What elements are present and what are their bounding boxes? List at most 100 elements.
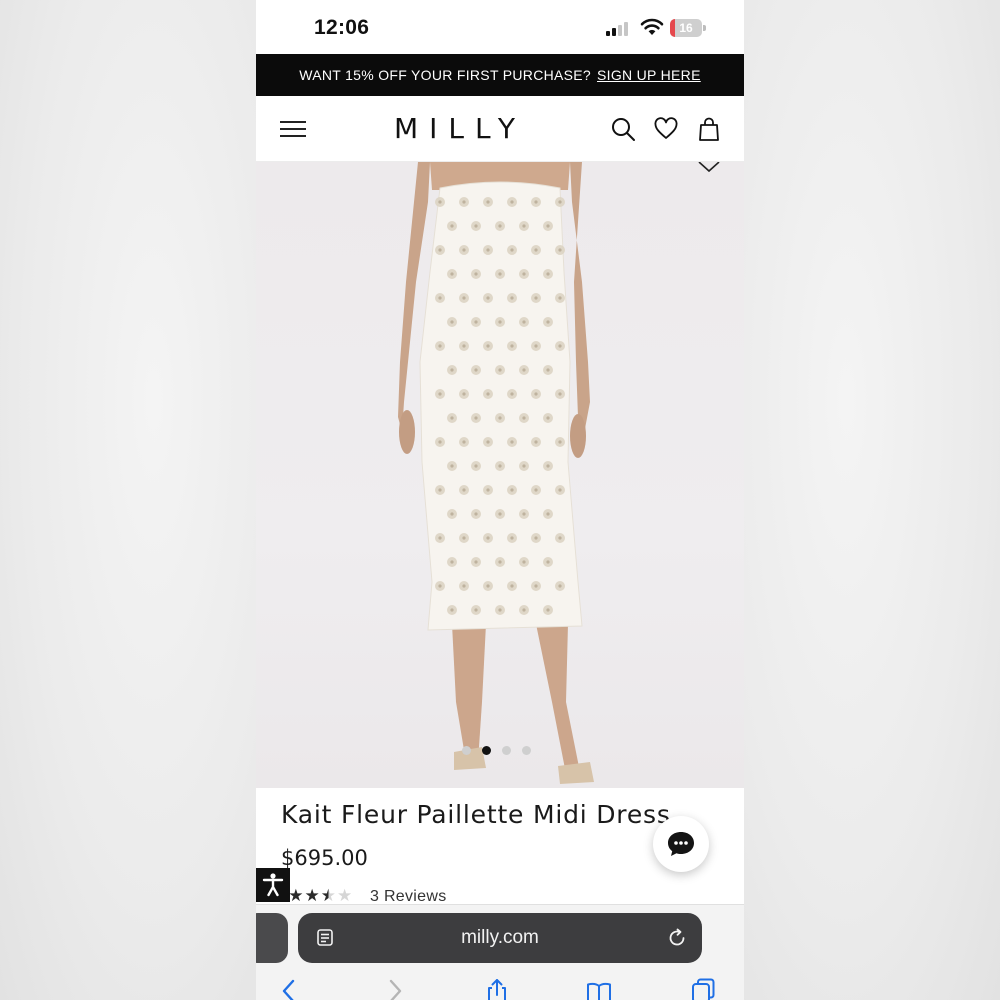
sequin-center	[474, 416, 478, 420]
sequin-center	[450, 416, 454, 420]
sequin-center	[486, 440, 490, 444]
status-bar: 12:06 16	[256, 0, 744, 54]
browser-toolbar: milly.com	[256, 904, 744, 1000]
sequin-center	[450, 608, 454, 612]
sequin-center	[462, 584, 466, 588]
sequin-center	[450, 560, 454, 564]
accessibility-icon	[262, 873, 284, 897]
sequin-center	[546, 512, 550, 516]
sequin-center	[498, 560, 502, 564]
sequin-center	[558, 344, 562, 348]
sign-up-link[interactable]: SIGN UP HERE	[597, 67, 701, 83]
url-text: milly.com	[461, 927, 539, 948]
sequin-center	[534, 584, 538, 588]
sequin-center	[510, 440, 514, 444]
sequin-center	[450, 224, 454, 228]
sequin-center	[498, 368, 502, 372]
star-icon: ★	[304, 886, 320, 905]
sequin-center	[510, 248, 514, 252]
sequin-center	[498, 416, 502, 420]
sequin-center	[498, 224, 502, 228]
phone-screen: 12:06 16 WANT 15% OFF YOUR FIRST PURCHAS…	[256, 0, 744, 1000]
star-icon: ★	[320, 886, 336, 905]
sequin-center	[486, 200, 490, 204]
address-bar[interactable]: milly.com	[298, 913, 702, 963]
sequin-center	[462, 248, 466, 252]
sequin-center	[438, 536, 442, 540]
sequin-center	[474, 272, 478, 276]
sequin-center	[474, 560, 478, 564]
sequin-center	[462, 536, 466, 540]
sequin-center	[438, 248, 442, 252]
carousel-dot[interactable]	[522, 746, 531, 755]
cellular-signal-icon	[606, 22, 632, 36]
sequin-center	[462, 392, 466, 396]
accessibility-button[interactable]	[256, 868, 290, 902]
star-icon: ★	[288, 886, 304, 905]
sequin-center	[534, 488, 538, 492]
sequin-center	[438, 488, 442, 492]
tabs-icon[interactable]	[690, 977, 716, 1000]
sequin-center	[474, 320, 478, 324]
battery-level: 16	[679, 21, 693, 35]
carousel-dots	[462, 746, 542, 756]
sequin-center	[534, 296, 538, 300]
carousel-dot[interactable]	[482, 746, 491, 755]
sequin-center	[546, 224, 550, 228]
sequin-center	[534, 536, 538, 540]
sequin-center	[498, 512, 502, 516]
sequin-center	[522, 608, 526, 612]
product-title: Kait Fleur Paillette Midi Dress	[281, 800, 671, 829]
sequin-center	[522, 512, 526, 516]
background-right	[744, 0, 1000, 1000]
carousel-dot[interactable]	[462, 746, 471, 755]
heart-icon[interactable]	[653, 116, 679, 142]
sequin-center	[510, 392, 514, 396]
sequin-center	[510, 296, 514, 300]
sequin-center	[510, 488, 514, 492]
sequin-center	[558, 584, 562, 588]
brand-logo[interactable]: MILLY	[384, 112, 536, 145]
sequin-center	[486, 584, 490, 588]
sequin-center	[546, 416, 550, 420]
sequin-center	[546, 320, 550, 324]
sequin-center	[558, 248, 562, 252]
sequin-center	[486, 536, 490, 540]
sequin-center	[510, 584, 514, 588]
bookmarks-icon[interactable]	[586, 977, 612, 1000]
carousel-dot[interactable]	[502, 746, 511, 755]
sequin-center	[450, 464, 454, 468]
sequin-center	[462, 440, 466, 444]
forward-icon[interactable]	[382, 977, 408, 1000]
menu-icon[interactable]	[280, 120, 306, 138]
sequin-center	[522, 224, 526, 228]
sequin-center	[546, 608, 550, 612]
sequin-center	[498, 608, 502, 612]
reload-icon[interactable]	[666, 927, 688, 949]
sequin-center	[558, 296, 562, 300]
sequin-center	[486, 344, 490, 348]
sequin-center	[534, 392, 538, 396]
sequin-center	[546, 368, 550, 372]
back-icon[interactable]	[276, 977, 302, 1000]
chat-button[interactable]	[653, 816, 709, 872]
sequin-center	[558, 200, 562, 204]
sequin-center	[438, 296, 442, 300]
previous-tab[interactable]	[256, 913, 288, 963]
share-icon[interactable]	[484, 977, 510, 1000]
sequin-center	[558, 392, 562, 396]
sequin-center	[546, 464, 550, 468]
sequin-center	[450, 368, 454, 372]
product-image[interactable]	[256, 162, 744, 788]
sequin-center	[486, 392, 490, 396]
bag-icon[interactable]	[696, 116, 722, 142]
background-left	[0, 0, 256, 1000]
sequin-center	[558, 536, 562, 540]
sequin-center	[522, 416, 526, 420]
sequin-center	[534, 344, 538, 348]
sequin-center	[450, 320, 454, 324]
sequin-center	[534, 248, 538, 252]
search-icon[interactable]	[610, 116, 636, 142]
sequin-center	[438, 344, 442, 348]
chevron-down-icon[interactable]	[696, 162, 722, 174]
